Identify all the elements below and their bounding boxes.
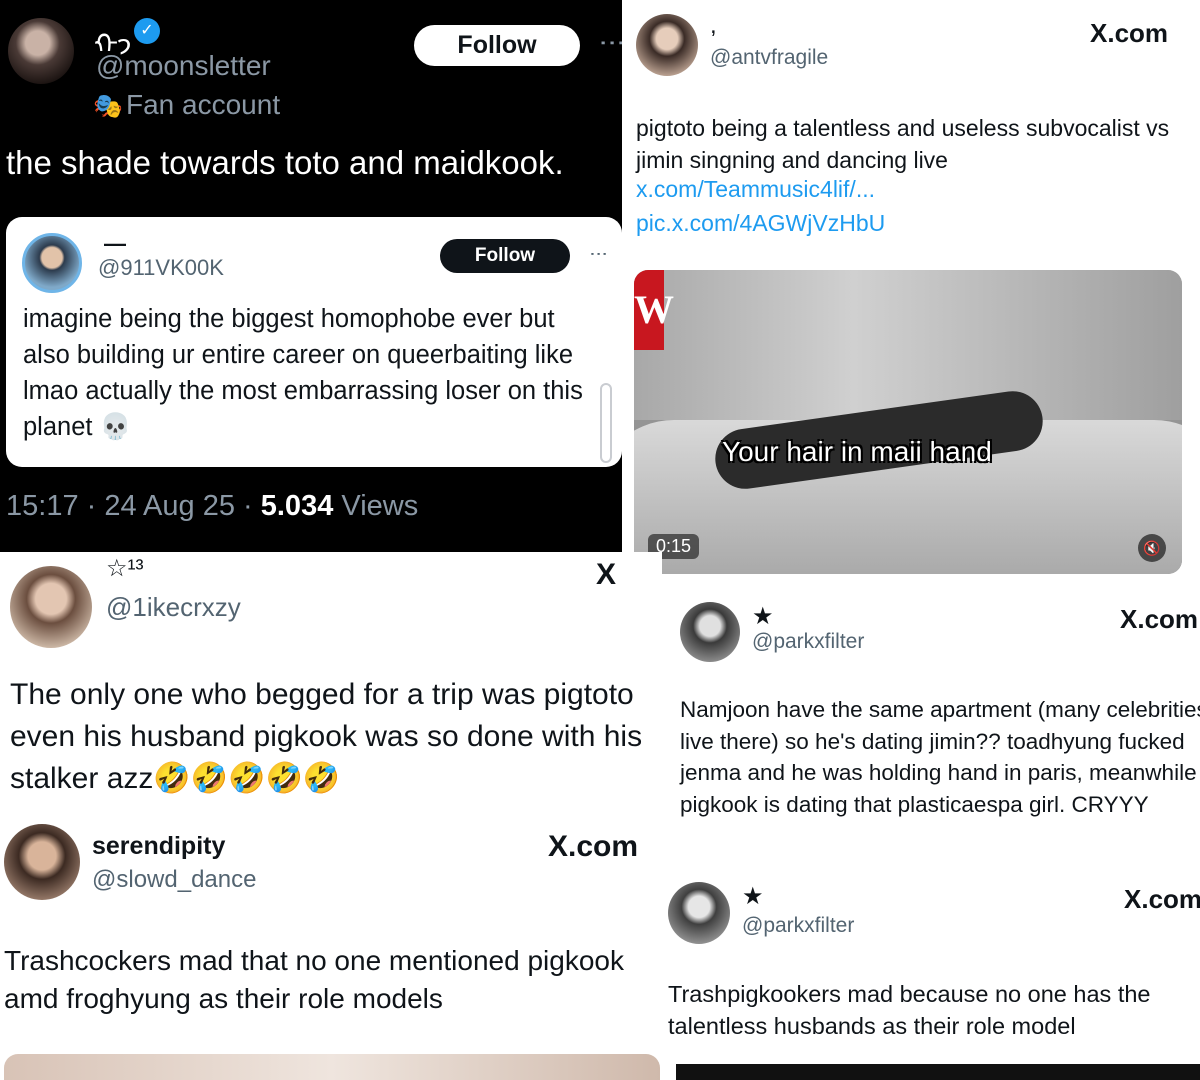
avatar[interactable] xyxy=(22,233,82,293)
x-logo: X.com xyxy=(548,830,639,863)
tweet-card-antvfragile: , @antvfragile X.com pigtoto being a tal… xyxy=(624,4,1200,588)
user-handle[interactable]: @911VK00K xyxy=(98,255,224,281)
x-logo: X.com xyxy=(1120,604,1199,634)
avatar[interactable] xyxy=(636,14,698,76)
avatar[interactable] xyxy=(10,566,92,648)
user-handle[interactable]: @parkxfilter xyxy=(752,630,864,654)
media-preview[interactable] xyxy=(4,1054,660,1080)
avatar[interactable] xyxy=(668,882,730,944)
x-logo: X.com xyxy=(1124,884,1200,914)
display-name: ☆¹³ xyxy=(106,555,144,582)
fan-account-label: Fan account xyxy=(126,89,281,120)
tweet-text: Trashpigkookers mad because no one has t… xyxy=(668,981,1151,1039)
tweet-text: Namjoon have the same apartment (many ce… xyxy=(680,697,1200,817)
tweet-card-slowd-dance: serendipity @slowd_dance X.com Trashcock… xyxy=(0,814,662,1080)
media-preview[interactable] xyxy=(676,1064,1200,1080)
x-logo: X.com xyxy=(1090,18,1169,48)
tweet-card-1ikecrxzy: ☆¹³ @1ikecrxzy X The only one who begged… xyxy=(0,552,662,814)
fan-account-icon: 🎭 xyxy=(93,93,123,120)
user-handle[interactable]: @moonsletter xyxy=(96,50,271,82)
views-label: Views xyxy=(333,490,419,522)
more-options-icon[interactable]: ⋮ xyxy=(588,245,610,263)
tweet-text: Trashcockers mad that no one mentioned p… xyxy=(4,945,624,1014)
quoted-tweet[interactable]: — @911VK00K Follow ⋮ imagine being the b… xyxy=(6,217,622,467)
user-handle[interactable]: @1ikecrxzy xyxy=(106,592,241,623)
mute-icon[interactable]: 🔇 xyxy=(1138,534,1166,562)
user-handle[interactable]: @slowd_dance xyxy=(92,866,256,894)
brand-logo: W xyxy=(634,270,674,350)
video-caption: Your hair in maii hand xyxy=(722,436,992,467)
tweet-link[interactable]: x.com/Teammusic4lif/... xyxy=(636,176,875,203)
display-name: ★ xyxy=(752,603,774,630)
media-link[interactable]: pic.x.com/4AGWjVzHbU xyxy=(636,210,885,237)
tweet-text: the shade towards toto and maidkook. xyxy=(6,144,564,181)
video-background xyxy=(634,270,1182,420)
display-name: serendipity xyxy=(92,832,226,860)
tweet-card-parkxfilter-1: ★ @parkxfilter X.com Namjoon have the sa… xyxy=(664,588,1200,866)
tweet-card-parkxfilter-2: ★ @parkxfilter X.com Trashpigkookers mad… xyxy=(664,866,1200,1080)
tweet-text: pigtoto being a talentless and useless s… xyxy=(636,115,1170,173)
quoted-tweet-text: imagine being the biggest homophobe ever… xyxy=(23,305,583,441)
user-handle[interactable]: @antvfragile xyxy=(710,46,828,70)
scrollbar[interactable] xyxy=(600,383,612,463)
display-name: ★ xyxy=(742,883,764,910)
tweet-text: The only one who begged for a trip was p… xyxy=(10,678,643,795)
follow-button[interactable]: Follow xyxy=(414,25,580,66)
verified-badge-icon: ✓ xyxy=(134,18,160,44)
more-options-icon[interactable]: ⋮ xyxy=(598,30,622,56)
timestamp: 15:17 · 24 Aug 25 · xyxy=(6,490,261,522)
avatar[interactable] xyxy=(8,18,74,84)
views-count: 5.034 xyxy=(260,490,334,522)
tweet-card-moonsletter: ᡣ𐭩 ✓ @moonsletter 🎭 Fan account Follow ⋮… xyxy=(0,0,622,552)
avatar[interactable] xyxy=(4,824,80,900)
tweet-meta: 15:17 · 24 Aug 25 · 5.034 Views xyxy=(6,490,418,523)
x-logo: X xyxy=(596,558,617,591)
display-name: , xyxy=(710,12,717,39)
avatar[interactable] xyxy=(680,602,740,662)
display-name: — xyxy=(104,231,126,256)
follow-button[interactable]: Follow xyxy=(440,239,570,273)
video-player[interactable]: W Your hair in maii hand 0:15 🔇 xyxy=(634,270,1182,574)
user-handle[interactable]: @parkxfilter xyxy=(742,914,854,938)
